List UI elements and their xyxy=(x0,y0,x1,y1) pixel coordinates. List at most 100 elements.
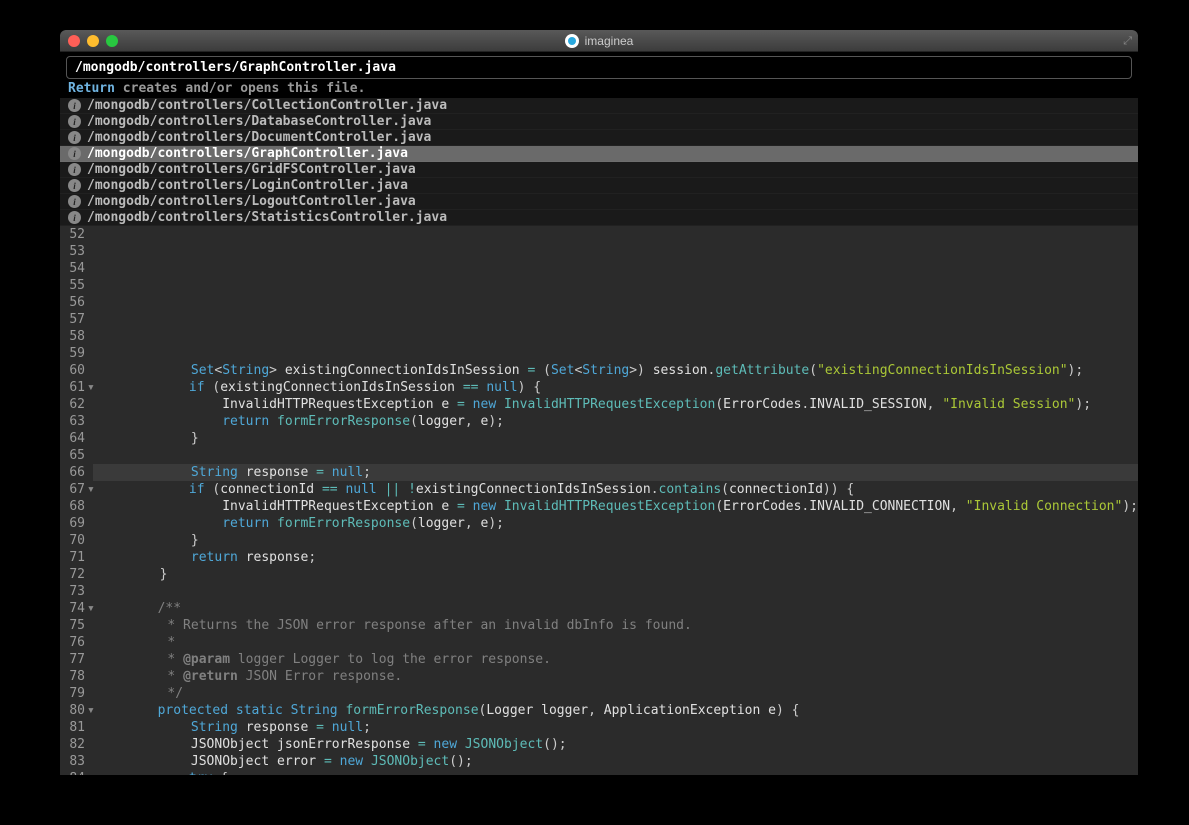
code-text: String response = null; xyxy=(97,465,371,480)
line-number: 54 xyxy=(60,260,85,277)
line-number: 53 xyxy=(60,243,85,260)
quick-open-item[interactable]: i/mongodb/controllers/LogoutController.j… xyxy=(60,194,1138,210)
line-number: 81 xyxy=(60,719,85,736)
file-icon: i xyxy=(68,163,81,176)
code-text: * Returns the JSON error response after … xyxy=(97,618,692,633)
code-text: } xyxy=(97,567,167,582)
code-line[interactable]: */ xyxy=(93,685,1138,702)
quick-open-item[interactable]: i/mongodb/controllers/DatabaseController… xyxy=(60,114,1138,130)
code-line[interactable]: Set<String> existingConnectionIdsInSessi… xyxy=(93,362,1138,379)
fold-icon[interactable]: ▾ xyxy=(87,770,95,775)
code-line[interactable]: * xyxy=(93,634,1138,651)
fold-icon[interactable]: ▾ xyxy=(87,702,95,719)
code-text: * xyxy=(97,635,175,650)
code-line[interactable] xyxy=(93,294,1138,311)
line-number: 62 xyxy=(60,396,85,413)
code-editor[interactable]: 5253545556575859606162636465666768697071… xyxy=(60,226,1138,775)
line-number: 55 xyxy=(60,277,85,294)
file-icon: i xyxy=(68,131,81,144)
code-text: if (existingConnectionIdsInSession == nu… xyxy=(95,380,541,395)
quick-open-item-path: /mongodb/controllers/LoginController.jav… xyxy=(87,178,408,193)
code-line[interactable]: * @param logger Logger to log the error … xyxy=(93,651,1138,668)
code-text: JSONObject error = new JSONObject(); xyxy=(97,754,473,769)
code-text: InvalidHTTPRequestException e = new Inva… xyxy=(97,397,1091,412)
code-line[interactable] xyxy=(93,243,1138,260)
code-line[interactable]: JSONObject error = new JSONObject(); xyxy=(93,753,1138,770)
code-line[interactable]: ▾ if (connectionId == null || !existingC… xyxy=(93,481,1138,498)
code-text: */ xyxy=(97,686,183,701)
line-number: 60 xyxy=(60,362,85,379)
code-line[interactable]: return response; xyxy=(93,549,1138,566)
code-line[interactable]: String response = null; xyxy=(93,719,1138,736)
line-number: 75 xyxy=(60,617,85,634)
code-line[interactable]: } xyxy=(93,532,1138,549)
code-line[interactable]: return formErrorResponse(logger, e); xyxy=(93,413,1138,430)
quick-open-item[interactable]: i/mongodb/controllers/GridFSController.j… xyxy=(60,162,1138,178)
fold-icon[interactable]: ▾ xyxy=(87,379,95,396)
code-line[interactable]: * @return JSON Error response. xyxy=(93,668,1138,685)
minimize-icon[interactable] xyxy=(87,35,99,47)
quick-open-item[interactable]: i/mongodb/controllers/LoginController.ja… xyxy=(60,178,1138,194)
code-line[interactable] xyxy=(93,328,1138,345)
quick-open-item[interactable]: i/mongodb/controllers/CollectionControll… xyxy=(60,98,1138,114)
code-text: return formErrorResponse(logger, e); xyxy=(97,414,504,429)
code-line[interactable] xyxy=(93,260,1138,277)
code-text: * @param logger Logger to log the error … xyxy=(97,652,551,667)
file-icon: i xyxy=(68,211,81,224)
code-line[interactable]: ▾ try { xyxy=(93,770,1138,775)
expand-icon[interactable]: ⤢ xyxy=(1123,34,1132,48)
titlebar[interactable]: imaginea ⤢ xyxy=(60,30,1138,52)
file-icon: i xyxy=(68,115,81,128)
quick-open-input[interactable] xyxy=(66,56,1132,79)
quick-open-item-path: /mongodb/controllers/GraphController.jav… xyxy=(87,146,408,161)
code-line[interactable]: InvalidHTTPRequestException e = new Inva… xyxy=(93,396,1138,413)
fold-icon[interactable]: ▾ xyxy=(87,600,95,617)
quick-open-item-path: /mongodb/controllers/DocumentController.… xyxy=(87,130,431,145)
code-text: InvalidHTTPRequestException e = new Inva… xyxy=(97,499,1138,514)
code-line[interactable] xyxy=(93,226,1138,243)
code-line[interactable]: JSONObject jsonErrorResponse = new JSONO… xyxy=(93,736,1138,753)
quick-open-panel xyxy=(60,52,1138,79)
line-number: 64 xyxy=(60,430,85,447)
code-text: return response; xyxy=(97,550,316,565)
traffic-lights xyxy=(60,35,118,47)
code-text: String response = null; xyxy=(97,720,371,735)
close-icon[interactable] xyxy=(68,35,80,47)
line-number: 61 xyxy=(60,379,85,396)
code-line[interactable]: return formErrorResponse(logger, e); xyxy=(93,515,1138,532)
quick-open-item[interactable]: i/mongodb/controllers/DocumentController… xyxy=(60,130,1138,146)
hint-keyword: Return xyxy=(68,81,115,96)
code-line[interactable]: ▾ if (existingConnectionIdsInSession == … xyxy=(93,379,1138,396)
code-text: return formErrorResponse(logger, e); xyxy=(97,516,504,531)
line-number: 83 xyxy=(60,753,85,770)
quick-open-item-path: /mongodb/controllers/DatabaseController.… xyxy=(87,114,431,129)
code-area[interactable]: Set<String> existingConnectionIdsInSessi… xyxy=(93,226,1138,775)
code-line[interactable] xyxy=(93,345,1138,362)
code-line[interactable] xyxy=(93,583,1138,600)
file-icon: i xyxy=(68,99,81,112)
code-line[interactable]: * Returns the JSON error response after … xyxy=(93,617,1138,634)
code-line[interactable]: InvalidHTTPRequestException e = new Inva… xyxy=(93,498,1138,515)
fold-icon[interactable]: ▾ xyxy=(87,481,95,498)
file-icon: i xyxy=(68,179,81,192)
line-number: 74 xyxy=(60,600,85,617)
code-line[interactable] xyxy=(93,311,1138,328)
code-line[interactable]: String response = null; xyxy=(93,464,1138,481)
code-text: Set<String> existingConnectionIdsInSessi… xyxy=(97,363,1083,378)
quick-open-item[interactable]: i/mongodb/controllers/StatisticsControll… xyxy=(60,210,1138,226)
code-line[interactable]: ▾ /** xyxy=(93,600,1138,617)
line-number: 65 xyxy=(60,447,85,464)
code-text: } xyxy=(97,431,199,446)
code-line[interactable]: } xyxy=(93,566,1138,583)
hint-text: creates and/or opens this file. xyxy=(115,81,365,96)
line-number: 71 xyxy=(60,549,85,566)
quick-open-item[interactable]: i/mongodb/controllers/GraphController.ja… xyxy=(60,146,1138,162)
code-line[interactable]: } xyxy=(93,430,1138,447)
line-number: 69 xyxy=(60,515,85,532)
code-line[interactable]: ▾ protected static String formErrorRespo… xyxy=(93,702,1138,719)
editor-window: imaginea ⤢ Return creates and/or opens t… xyxy=(60,30,1138,775)
code-line[interactable] xyxy=(93,277,1138,294)
line-number: 63 xyxy=(60,413,85,430)
zoom-icon[interactable] xyxy=(106,35,118,47)
code-line[interactable] xyxy=(93,447,1138,464)
